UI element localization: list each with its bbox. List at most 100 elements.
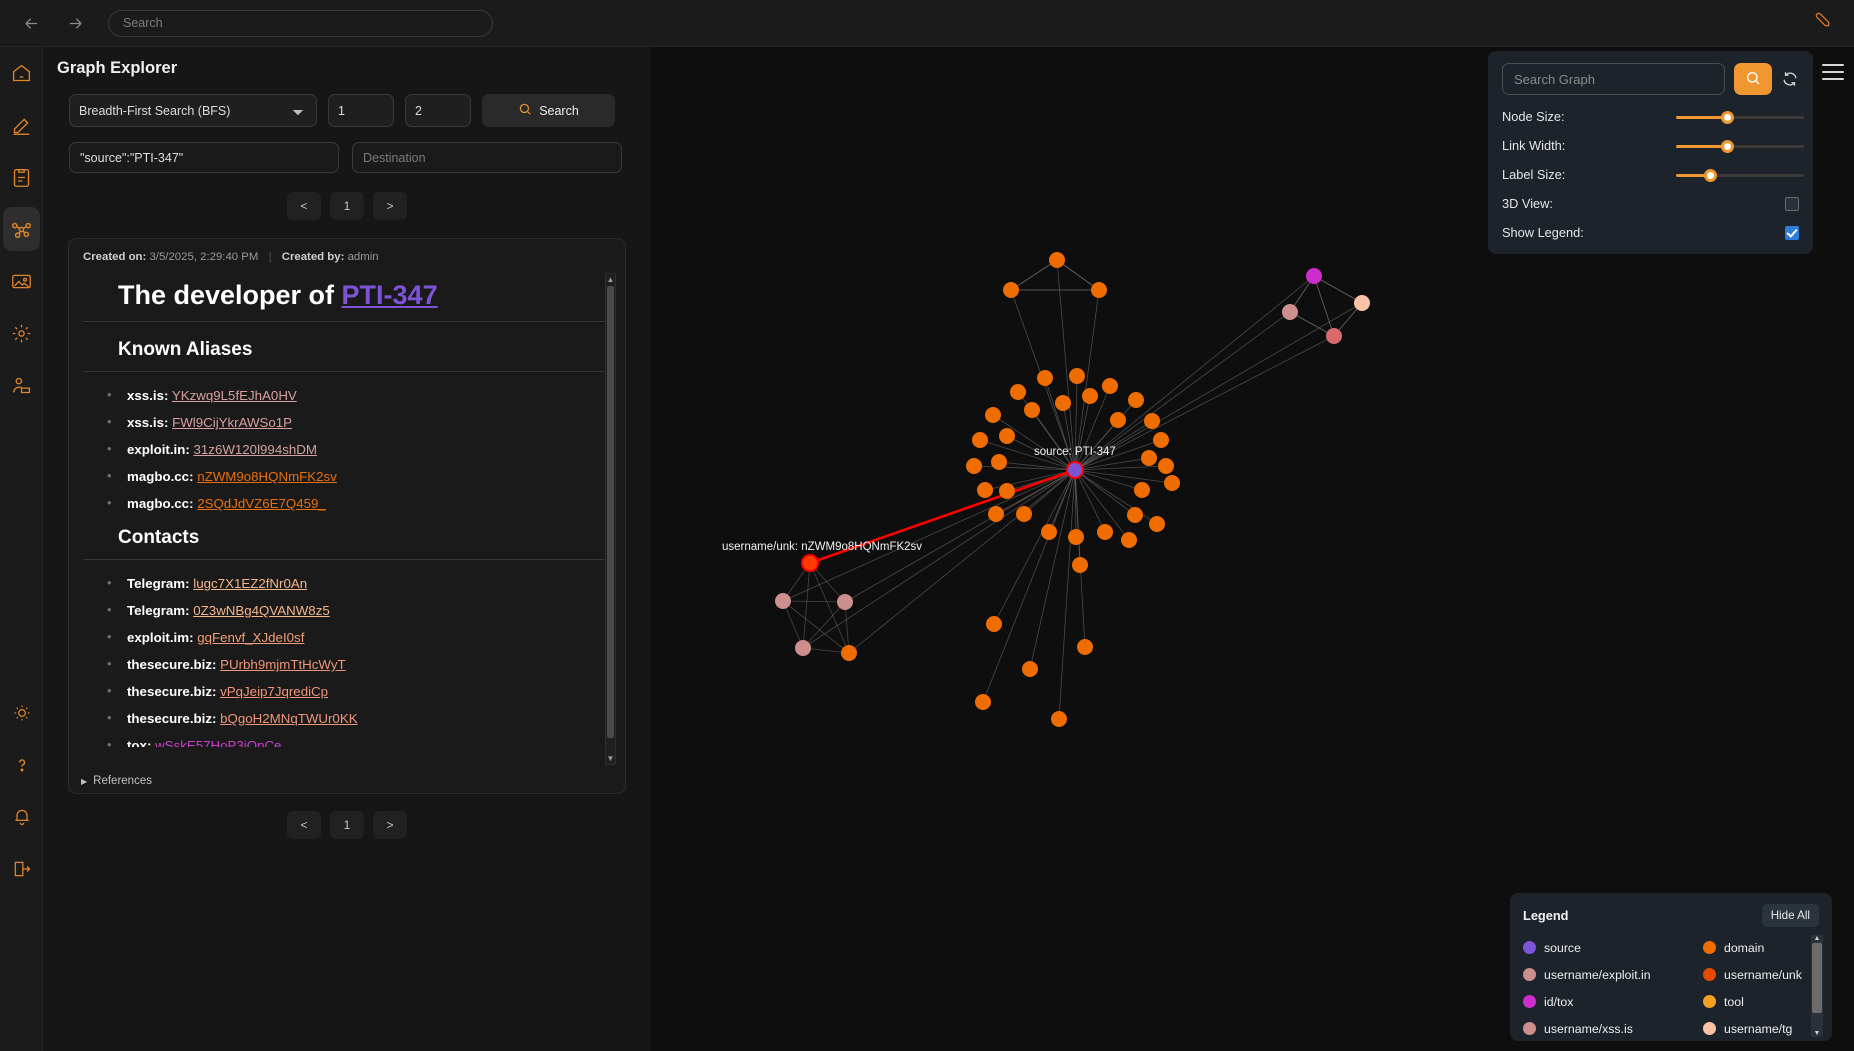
sidebar-item-editor[interactable] (0, 99, 43, 151)
global-search-input[interactable] (108, 9, 493, 37)
list-item-link[interactable]: FWl9CijYkrAWSo1P (172, 415, 292, 430)
slider-knob[interactable] (1704, 168, 1718, 182)
graph-node[interactable] (1077, 639, 1093, 655)
legend-item[interactable]: source (1523, 934, 1703, 961)
list-item-link[interactable]: gqFenvf_XJdeI0sf (197, 630, 304, 645)
limit-input[interactable] (328, 94, 394, 127)
sidebar-item-home[interactable] (0, 47, 43, 99)
graph-setting-slider[interactable] (1675, 139, 1804, 153)
graph-node[interactable] (1091, 282, 1107, 298)
graph-node[interactable] (985, 407, 1001, 423)
graph-setting-slider[interactable] (1675, 110, 1804, 124)
graph-node[interactable] (1110, 412, 1126, 428)
legend-item[interactable]: id/tox (1523, 988, 1703, 1015)
list-item-link[interactable]: 31z6W120l994shDM (194, 442, 317, 457)
graph-node[interactable] (988, 506, 1004, 522)
page-number-button[interactable]: 1 (330, 192, 364, 220)
checkbox-box[interactable] (1785, 196, 1799, 211)
list-item-link[interactable]: 2SQdJdVZ6E7Q459_ (197, 496, 326, 511)
list-item-link[interactable]: PUrbh9mjmTtHcWyT (220, 657, 345, 672)
sidebar-item-graph-explorer[interactable] (0, 203, 43, 255)
graph-node[interactable] (986, 616, 1002, 632)
graph-node[interactable] (1127, 507, 1143, 523)
graph-refresh-button[interactable] (1781, 70, 1799, 88)
document-scrollbar-thumb[interactable] (607, 286, 614, 738)
prev-page-button-bottom[interactable]: < (287, 811, 321, 839)
source-node[interactable] (1066, 461, 1084, 479)
graph-node[interactable] (775, 593, 791, 609)
list-item-link[interactable]: bQgoH2MNqTWUr0KK (220, 711, 357, 726)
references-toggle[interactable]: ▶ References (81, 775, 152, 787)
checkbox-box[interactable] (1785, 225, 1799, 240)
hide-all-button[interactable]: Hide All (1761, 904, 1819, 927)
sidebar-item-notes[interactable] (0, 151, 43, 203)
graph-node[interactable] (1144, 413, 1160, 429)
graph-node[interactable] (1153, 432, 1169, 448)
graph-node[interactable] (1102, 378, 1118, 394)
graph-setting-slider[interactable] (1675, 168, 1804, 182)
prev-page-button[interactable]: < (287, 192, 321, 220)
list-item-link[interactable]: vPqJeip7JqrediCp (220, 684, 328, 699)
next-page-button-bottom[interactable]: > (373, 811, 407, 839)
graph-node[interactable] (1141, 450, 1157, 466)
highlight-node[interactable] (801, 554, 819, 572)
graph-node[interactable] (1051, 711, 1067, 727)
graph-node[interactable] (999, 428, 1015, 444)
graph-node[interactable] (1022, 661, 1038, 677)
graph-node[interactable] (1024, 402, 1040, 418)
legend-item[interactable]: username/xss.is (1523, 1015, 1703, 1042)
graph-node[interactable] (1010, 384, 1026, 400)
depth-input[interactable] (405, 94, 471, 127)
document-title-link[interactable]: PTI-347 (342, 280, 438, 310)
page-number-button-bottom[interactable]: 1 (330, 811, 364, 839)
graph-node[interactable] (966, 458, 982, 474)
graph-node[interactable] (1354, 295, 1370, 311)
list-item-link[interactable]: nZWM9o8HQNmFK2sv (197, 469, 337, 484)
sidebar-item-settings[interactable] (0, 307, 43, 359)
graph-node[interactable] (1128, 392, 1144, 408)
source-input[interactable] (69, 142, 339, 173)
graph-node[interactable] (837, 594, 853, 610)
graph-node[interactable] (1069, 368, 1085, 384)
list-item-link[interactable]: YKzwq9L5fEJhA0HV (172, 388, 297, 403)
graph-node[interactable] (841, 645, 857, 661)
graph-setting-checkbox[interactable] (1785, 225, 1799, 240)
sidebar-item-users[interactable] (0, 359, 43, 411)
graph-node[interactable] (1049, 252, 1065, 268)
legend-item[interactable]: username/exploit.in (1523, 961, 1703, 988)
slider-knob[interactable] (1721, 139, 1735, 153)
graph-node[interactable] (972, 432, 988, 448)
graph-node[interactable] (1016, 506, 1032, 522)
graph-node[interactable] (1072, 557, 1088, 573)
sidebar-item-gallery[interactable] (0, 255, 43, 307)
search-button[interactable]: Search (482, 94, 615, 127)
scroll-down-icon[interactable]: ▼ (606, 753, 615, 764)
graph-node[interactable] (975, 694, 991, 710)
graph-node[interactable] (1055, 395, 1071, 411)
document-scrollbar[interactable]: ▲ ▼ (605, 273, 616, 765)
graph-node[interactable] (1149, 516, 1165, 532)
sidebar-item-logout[interactable] (0, 843, 43, 895)
graph-node[interactable] (1037, 370, 1053, 386)
list-item-link[interactable]: wSskE57HoP3iOnCe (155, 738, 281, 747)
graph-node[interactable] (977, 482, 993, 498)
legend-scrollbar-thumb[interactable] (1812, 943, 1822, 1013)
graph-node[interactable] (999, 483, 1015, 499)
graph-menu-button[interactable] (1822, 64, 1844, 85)
back-button[interactable] (16, 8, 46, 38)
graph-node[interactable] (795, 640, 811, 656)
graph-node[interactable] (1134, 482, 1150, 498)
graph-node[interactable] (1041, 524, 1057, 540)
graph-node[interactable] (1164, 475, 1180, 491)
slider-knob[interactable] (1721, 110, 1735, 124)
graph-node[interactable] (1068, 529, 1084, 545)
list-item-link[interactable]: 0Z3wNBg4QVANW8z5 (193, 603, 329, 618)
forward-button[interactable] (60, 8, 90, 38)
sidebar-item-theme[interactable] (0, 687, 43, 739)
next-page-button[interactable]: > (373, 192, 407, 220)
list-item-link[interactable]: lugc7X1EZ2fNr0An (193, 576, 307, 591)
edit-pen-icon[interactable] (1812, 9, 1832, 35)
graph-node[interactable] (991, 454, 1007, 470)
graph-node[interactable] (1097, 524, 1113, 540)
destination-input[interactable] (352, 142, 622, 173)
